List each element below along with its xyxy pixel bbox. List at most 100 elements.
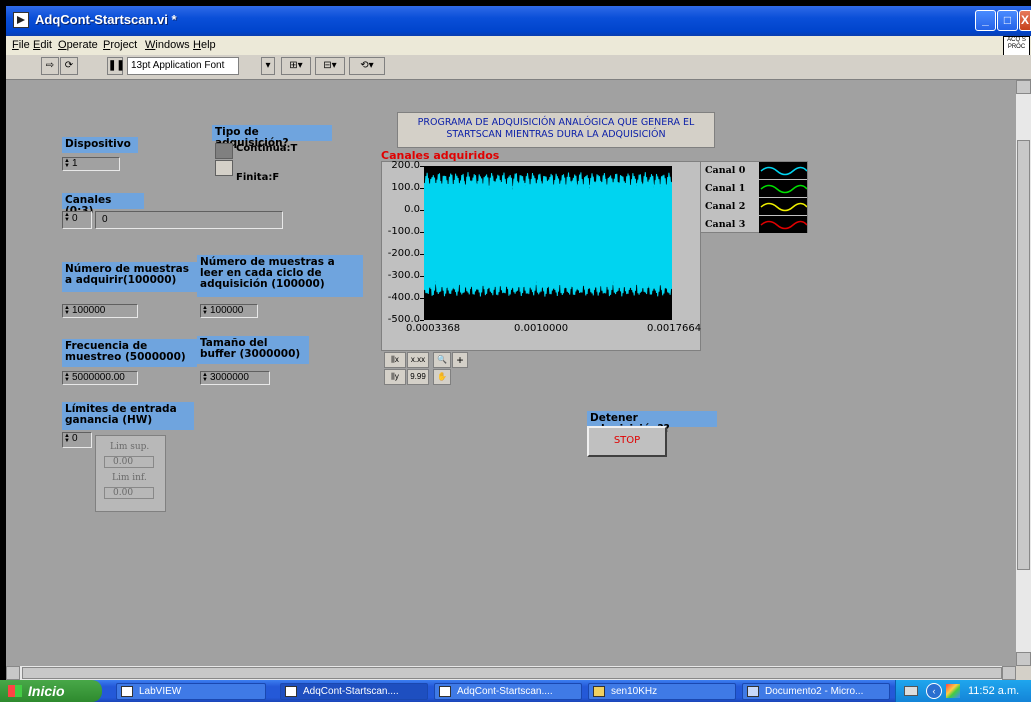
limites-index[interactable]: ▲ ▼ 0 <box>62 432 92 448</box>
limites-cluster: Lim sup. 0.00 Lim inf. 0.00 <box>95 435 166 512</box>
spinner-icon[interactable]: ▲ ▼ <box>64 158 70 169</box>
pan-hand-icon[interactable]: ✋ <box>433 369 451 385</box>
x-tick-label: 0.0010000 <box>514 323 569 334</box>
y-tick-mark <box>420 210 424 211</box>
run-arrow-icon[interactable]: ⇨ <box>41 57 59 75</box>
vertical-scrollbar[interactable] <box>1016 80 1031 666</box>
distribute-objects-icon[interactable]: ⊟▾ <box>315 57 345 75</box>
x-precision-icon[interactable]: x.xx <box>407 352 429 368</box>
legend-canal-2[interactable]: Canal 2 <box>701 198 809 216</box>
y-tick-mark <box>420 232 424 233</box>
plot-area[interactable] <box>424 166 672 320</box>
buffer-control[interactable]: ▲ ▼ 3000000 <box>200 371 270 385</box>
y-scale-format-icon[interactable]: ⫼y <box>384 369 406 385</box>
lim-sup-control[interactable]: 0.00 <box>104 456 154 468</box>
align-objects-icon[interactable]: ⊞▾ <box>281 57 311 75</box>
lim-inf-label: Lim inf. <box>112 473 147 483</box>
menu-operate[interactable]: Operate <box>58 39 98 51</box>
y-tick-mark <box>420 254 424 255</box>
buffer-label: Tamaño del buffer (3000000) <box>197 336 309 364</box>
task-adqcont-1[interactable]: AdqCont-Startscan.... <box>280 683 428 700</box>
close-button[interactable]: X <box>1019 10 1031 31</box>
legend-canal-2-label: Canal 2 <box>705 201 746 212</box>
dispositivo-control[interactable]: ▲ ▼ 1 <box>62 157 120 171</box>
spinner-icon[interactable]: ▲ ▼ <box>64 372 70 383</box>
scroll-down-icon[interactable] <box>1016 652 1031 666</box>
tipo-adquisicion-toggle[interactable] <box>215 143 233 177</box>
task-label: Documento2 - Micro... <box>765 686 864 697</box>
canales-index[interactable]: ▲ ▼ 0 <box>62 211 92 229</box>
zoom-icon[interactable]: 🔍 <box>433 352 451 368</box>
x-scale-format-icon[interactable]: ⫼x <box>384 352 406 368</box>
num-leer-control[interactable]: ▲ ▼ 100000 <box>200 304 258 318</box>
stop-button[interactable]: STOP <box>587 426 667 457</box>
y-precision-icon[interactable]: 9.99 <box>407 369 429 385</box>
horizontal-scrollbar[interactable] <box>6 666 1016 680</box>
spinner-icon[interactable]: ▲ ▼ <box>202 372 208 383</box>
scroll-left-icon[interactable] <box>6 666 20 680</box>
y-tick-mark <box>420 188 424 189</box>
menu-help[interactable]: Help <box>193 39 216 51</box>
canal-0-band <box>424 175 672 294</box>
y-tick-label: -100.0 <box>387 226 420 237</box>
reorder-icon[interactable]: ⟲▾ <box>349 57 385 75</box>
task-labview[interactable]: LabVIEW <box>116 683 266 700</box>
legend-canal-0-label: Canal 0 <box>705 165 746 176</box>
start-button[interactable]: Inicio <box>0 680 102 702</box>
folder-icon <box>593 686 605 697</box>
legend-canal-1[interactable]: Canal 1 <box>701 180 809 198</box>
run-continuously-icon[interactable]: ⟳ <box>60 57 78 75</box>
spinner-icon[interactable]: ▲ ▼ <box>64 212 70 223</box>
waveform-svg <box>424 172 672 297</box>
spinner-icon[interactable]: ▲ ▼ <box>64 305 70 316</box>
canales-index-value: 0 <box>72 213 78 224</box>
toggle-false-segment[interactable] <box>215 160 233 176</box>
cursor-crosshair-icon[interactable]: + <box>452 352 468 368</box>
lim-sup-label: Lim sup. <box>110 442 150 452</box>
task-label: LabVIEW <box>139 686 182 697</box>
horizontal-scroll-thumb[interactable] <box>22 667 1002 679</box>
font-dropdown-icon[interactable]: ▾ <box>261 57 275 75</box>
legend-canal-3-swatch <box>759 216 808 233</box>
task-sen10khz[interactable]: sen10KHz <box>588 683 736 700</box>
vertical-scroll-thumb[interactable] <box>1017 140 1030 570</box>
spinner-icon[interactable]: ▲ ▼ <box>202 305 208 316</box>
legend-canal-3[interactable]: Canal 3 <box>701 216 809 234</box>
limites-label: Límites de entrada ganancia (HW) <box>62 402 194 430</box>
frecuencia-control[interactable]: ▲ ▼ 5000000.00 <box>62 371 138 385</box>
canales-value: 0 <box>102 214 108 225</box>
lim-inf-control[interactable]: 0.00 <box>104 487 154 499</box>
task-adqcont-2[interactable]: AdqCont-Startscan.... <box>434 683 582 700</box>
detener-label: Detener adquisición?? <box>587 411 717 435</box>
tray-arrow-icon[interactable]: ‹ <box>926 683 942 699</box>
menu-edit[interactable]: Edit <box>33 39 52 51</box>
menu-project[interactable]: Project <box>103 39 137 51</box>
legend-canal-3-label: Canal 3 <box>705 219 746 230</box>
legend-canal-0[interactable]: Canal 0 <box>701 162 809 180</box>
menu-windows[interactable]: Windows <box>145 39 190 51</box>
minimize-button[interactable]: _ <box>975 10 996 31</box>
finita-text: Finita:F <box>236 172 280 183</box>
font-select[interactable]: 13pt Application Font <box>127 57 239 75</box>
windows-logo-icon <box>8 685 22 697</box>
windows-flag-icon[interactable] <box>946 684 960 698</box>
scroll-right-icon[interactable] <box>1002 666 1016 680</box>
frecuencia-label: Frecuencia de muestreo (5000000) <box>62 339 197 367</box>
toggle-true-segment[interactable] <box>215 143 233 159</box>
scroll-up-icon[interactable] <box>1016 80 1031 94</box>
maximize-button[interactable]: □ <box>997 10 1018 31</box>
x-tick-label: 0.0017664 <box>647 323 702 334</box>
plot-legend: Canal 0 Canal 1 Canal 2 Canal 3 <box>700 161 808 233</box>
canales-string[interactable]: 0 <box>95 211 283 229</box>
task-documento2[interactable]: Documento2 - Micro... <box>742 683 890 700</box>
num-muestras-control[interactable]: ▲ ▼ 100000 <box>62 304 138 318</box>
keyboard-icon[interactable] <box>904 686 918 696</box>
tipo-adquisicion-label: Tipo de adquisición? <box>212 125 332 149</box>
menu-file[interactable]: File <box>12 39 30 51</box>
pause-icon[interactable]: ❚❚ <box>107 57 125 75</box>
dispositivo-value: 1 <box>72 158 78 169</box>
frecuencia-value: 5000000.00 <box>72 372 125 383</box>
clock: 11:52 a.m. <box>968 685 1020 697</box>
spinner-icon[interactable]: ▲ ▼ <box>64 433 70 444</box>
title-bar[interactable]: AdqCont-Startscan.vi * _ □ X <box>6 6 1031 36</box>
